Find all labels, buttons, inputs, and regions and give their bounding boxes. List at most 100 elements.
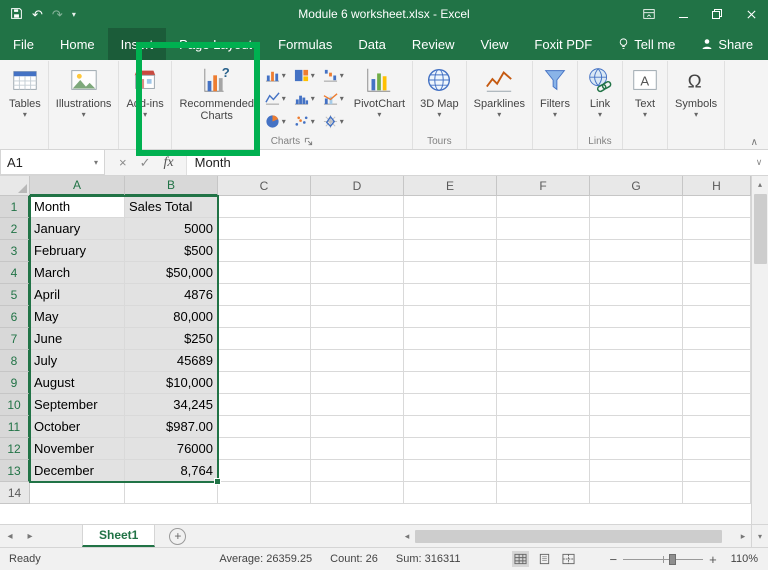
cell-A10[interactable]: September <box>30 394 125 416</box>
row-header-12[interactable]: 12 <box>0 438 30 460</box>
cell-B13[interactable]: 8,764 <box>125 460 218 482</box>
restore-button[interactable] <box>700 0 734 28</box>
cell-D1[interactable] <box>311 196 404 218</box>
cell-E5[interactable] <box>404 284 497 306</box>
vertical-scrollbar[interactable]: ▴ <box>751 176 768 524</box>
illustrations-button[interactable]: Illustrations ▾ <box>51 61 117 133</box>
cell-H13[interactable] <box>683 460 751 482</box>
share-button[interactable]: Share <box>688 28 766 60</box>
cell-E2[interactable] <box>404 218 497 240</box>
vertical-scroll-thumb[interactable] <box>753 194 767 264</box>
tab-home[interactable]: Home <box>47 28 108 60</box>
cell-B14[interactable] <box>125 482 218 504</box>
column-header-F[interactable]: F <box>497 176 590 196</box>
cell-C7[interactable] <box>218 328 311 350</box>
row-header-5[interactable]: 5 <box>0 284 30 306</box>
cell-D9[interactable] <box>311 372 404 394</box>
cell-E4[interactable] <box>404 262 497 284</box>
cell-E14[interactable] <box>404 482 497 504</box>
insert-hierarchy-chart-button[interactable]: ▾ <box>290 64 319 87</box>
cell-F8[interactable] <box>497 350 590 372</box>
cell-G9[interactable] <box>590 372 683 394</box>
cell-D11[interactable] <box>311 416 404 438</box>
cell-B9[interactable]: $10,000 <box>125 372 218 394</box>
cell-G8[interactable] <box>590 350 683 372</box>
row-header-9[interactable]: 9 <box>0 372 30 394</box>
column-header-A[interactable]: A <box>30 176 125 196</box>
column-header-E[interactable]: E <box>404 176 497 196</box>
insert-column-chart-button[interactable]: ▾ <box>261 64 290 87</box>
cell-H7[interactable] <box>683 328 751 350</box>
insert-scatter-chart-button[interactable]: ▾ <box>290 110 319 133</box>
cell-A4[interactable]: March <box>30 262 125 284</box>
cell-G2[interactable] <box>590 218 683 240</box>
column-header-G[interactable]: G <box>590 176 683 196</box>
cell-F14[interactable] <box>497 482 590 504</box>
text-button[interactable]: A Text ▾ <box>625 61 665 133</box>
cell-B5[interactable]: 4876 <box>125 284 218 306</box>
insert-radar-chart-button[interactable]: ▾ <box>319 110 348 133</box>
cell-A5[interactable]: April <box>30 284 125 306</box>
cell-E1[interactable] <box>404 196 497 218</box>
cell-H6[interactable] <box>683 306 751 328</box>
tab-file[interactable]: File <box>0 28 47 60</box>
cell-C12[interactable] <box>218 438 311 460</box>
scroll-right-icon[interactable]: ▸ <box>735 531 751 542</box>
cell-A14[interactable] <box>30 482 125 504</box>
row-header-3[interactable]: 3 <box>0 240 30 262</box>
redo-button[interactable]: ↷ <box>52 8 63 21</box>
cell-D3[interactable] <box>311 240 404 262</box>
cell-C14[interactable] <box>218 482 311 504</box>
zoom-slider[interactable] <box>623 552 704 567</box>
link-button[interactable]: Link ▾ <box>580 61 620 133</box>
tab-data[interactable]: Data <box>345 28 398 60</box>
row-header-7[interactable]: 7 <box>0 328 30 350</box>
row-header-1[interactable]: 1 <box>0 196 30 218</box>
minimize-button[interactable] <box>666 0 700 28</box>
cell-H5[interactable] <box>683 284 751 306</box>
cell-A3[interactable]: February <box>30 240 125 262</box>
3d-map-button[interactable]: 3D Map ▾ <box>415 61 464 133</box>
cell-E12[interactable] <box>404 438 497 460</box>
formula-input[interactable]: Month <box>185 150 750 175</box>
cell-H2[interactable] <box>683 218 751 240</box>
horizontal-scroll-thumb[interactable] <box>415 529 723 543</box>
cell-E9[interactable] <box>404 372 497 394</box>
customize-quick-access-icon[interactable]: ▾ <box>72 10 76 19</box>
recommended-charts-button[interactable]: ? Recommended Charts <box>174 61 260 133</box>
insert-statistic-chart-button[interactable]: ▾ <box>290 87 319 110</box>
cell-C8[interactable] <box>218 350 311 372</box>
cell-H12[interactable] <box>683 438 751 460</box>
cell-D4[interactable] <box>311 262 404 284</box>
cell-F7[interactable] <box>497 328 590 350</box>
tab-review[interactable]: Review <box>399 28 468 60</box>
select-all-corner[interactable] <box>0 176 30 196</box>
cell-F3[interactable] <box>497 240 590 262</box>
cell-H3[interactable] <box>683 240 751 262</box>
cell-B12[interactable]: 76000 <box>125 438 218 460</box>
tab-view[interactable]: View <box>467 28 521 60</box>
tab-insert[interactable]: Insert <box>107 28 167 60</box>
name-box[interactable]: A1 ▾ <box>0 150 105 175</box>
cell-D7[interactable] <box>311 328 404 350</box>
cell-F4[interactable] <box>497 262 590 284</box>
cell-G13[interactable] <box>590 460 683 482</box>
cell-D14[interactable] <box>311 482 404 504</box>
new-sheet-button[interactable]: + <box>169 527 187 545</box>
cell-C9[interactable] <box>218 372 311 394</box>
zoom-out-button[interactable]: − <box>603 552 623 567</box>
cell-H1[interactable] <box>683 196 751 218</box>
row-header-13[interactable]: 13 <box>0 460 30 482</box>
column-header-H[interactable]: H <box>683 176 751 196</box>
scroll-left-icon[interactable]: ◂ <box>399 531 415 542</box>
cell-G4[interactable] <box>590 262 683 284</box>
cell-F6[interactable] <box>497 306 590 328</box>
cell-B10[interactable]: 34,245 <box>125 394 218 416</box>
cell-H14[interactable] <box>683 482 751 504</box>
cell-H9[interactable] <box>683 372 751 394</box>
cell-A13[interactable]: December <box>30 460 125 482</box>
cell-E11[interactable] <box>404 416 497 438</box>
cell-D12[interactable] <box>311 438 404 460</box>
cell-E13[interactable] <box>404 460 497 482</box>
tab-foxit-pdf[interactable]: Foxit PDF <box>521 28 605 60</box>
